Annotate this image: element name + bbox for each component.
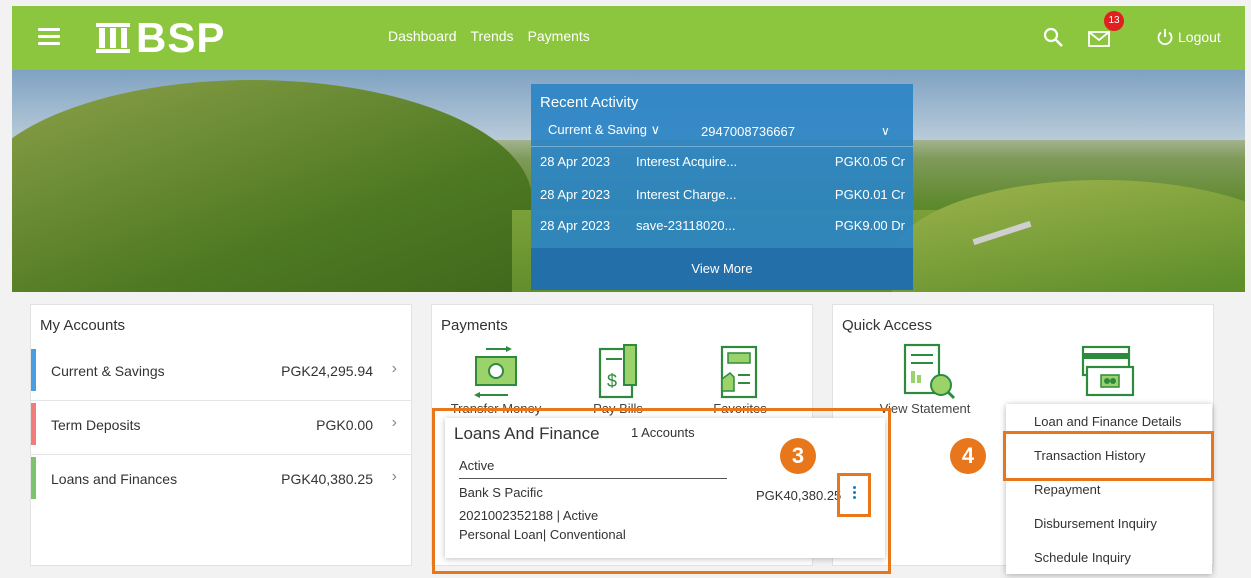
brand-name: BSP [136,14,226,61]
my-accounts-title: My Accounts [40,317,126,334]
activity-amount: PGK9.00 Dr [834,218,905,233]
chevron-down-icon: ∨ [650,122,661,137]
chevron-right-icon: › [391,360,397,377]
activity-filter-label: Current & Saving [548,122,647,137]
chevron-down-icon[interactable]: ∨ [881,124,890,138]
main-nav: Dashboard Trends Payments [388,28,590,44]
bsp-logo-mark-icon [96,23,130,53]
pay-bills-icon[interactable]: $ [590,343,646,405]
loans-highlight-box [432,408,891,574]
account-balance: PGK24,295.94 [281,363,373,379]
transfer-money-icon[interactable] [468,343,524,405]
account-name: Term Deposits [51,417,141,433]
view-more-button[interactable]: View More [531,248,913,290]
nav-payments[interactable]: Payments [528,28,590,44]
menu-disbursement-inquiry[interactable]: Disbursement Inquiry [1034,516,1157,531]
menu-loan-details[interactable]: Loan and Finance Details [1034,414,1181,429]
activity-date: 28 Apr 2023 [540,187,611,202]
statement-icon[interactable] [897,341,957,403]
my-accounts-card: My Accounts Current & Savings PGK24,295.… [30,304,412,566]
power-icon [1157,29,1173,46]
account-name: Current & Savings [51,363,165,379]
activity-desc: save-23118020... [636,218,736,233]
logout-button[interactable]: Logout [1156,28,1221,46]
account-row-term-deposits[interactable]: Term Deposits PGK0.00 › [31,401,411,455]
activity-amount: PGK0.01 Cr [834,187,905,202]
account-color-bar [31,349,36,391]
menu-schedule-inquiry[interactable]: Schedule Inquiry [1034,550,1131,565]
account-row-loans[interactable]: Loans and Finances PGK40,380.25 › [31,455,411,509]
nav-trends[interactable]: Trends [471,28,514,44]
transaction-history-highlight-box [1003,431,1214,481]
recent-activity-title: Recent Activity [540,94,639,111]
favorites-icon[interactable] [712,343,768,405]
activity-account-select[interactable]: 2947008736667 [701,124,795,139]
mail-icon[interactable] [1088,30,1110,48]
account-balance: PGK0.00 [316,417,373,433]
svg-text:$: $ [607,371,617,391]
account-color-bar [31,403,36,445]
account-color-bar [31,457,36,499]
account-balance: PGK40,380.25 [281,471,373,487]
account-row-current-savings[interactable]: Current & Savings PGK24,295.94 › [31,347,411,401]
chevron-right-icon: › [391,414,397,431]
search-icon[interactable] [1042,26,1064,48]
bsp-logo[interactable]: BSP [94,16,225,60]
activity-amount: PGK0.05 Cr [834,154,905,169]
hamburger-menu-icon[interactable] [38,28,60,46]
kebab-highlight-box [837,473,871,517]
step-4-marker: 4 [950,438,986,474]
card-icon[interactable] [1077,341,1137,403]
activity-filter-dropdown[interactable]: Current & Saving ∨ [548,122,660,138]
logout-label: Logout [1178,29,1221,45]
loan-context-menu: Loan and Finance Details Transaction His… [1006,404,1212,574]
nav-dashboard[interactable]: Dashboard [388,28,457,44]
activity-date: 28 Apr 2023 [540,218,611,233]
hero-hill-right [892,180,1245,292]
menu-repayment[interactable]: Repayment [1034,482,1100,497]
divider [531,146,913,147]
step-3-marker: 3 [780,438,816,474]
notification-badge[interactable]: 13 [1104,11,1124,31]
recent-activity-panel: Recent Activity Current & Saving ∨ 29470… [531,84,913,290]
top-bar: BSP Dashboard Trends Payments Logout [12,6,1245,70]
activity-desc: Interest Acquire... [636,154,738,169]
activity-date: 28 Apr 2023 [540,154,611,169]
payments-title: Payments [441,317,508,334]
account-name: Loans and Finances [51,471,178,487]
quick-access-title: Quick Access [842,317,933,334]
activity-desc: Interest Charge... [636,187,737,202]
chevron-right-icon: › [391,468,397,485]
